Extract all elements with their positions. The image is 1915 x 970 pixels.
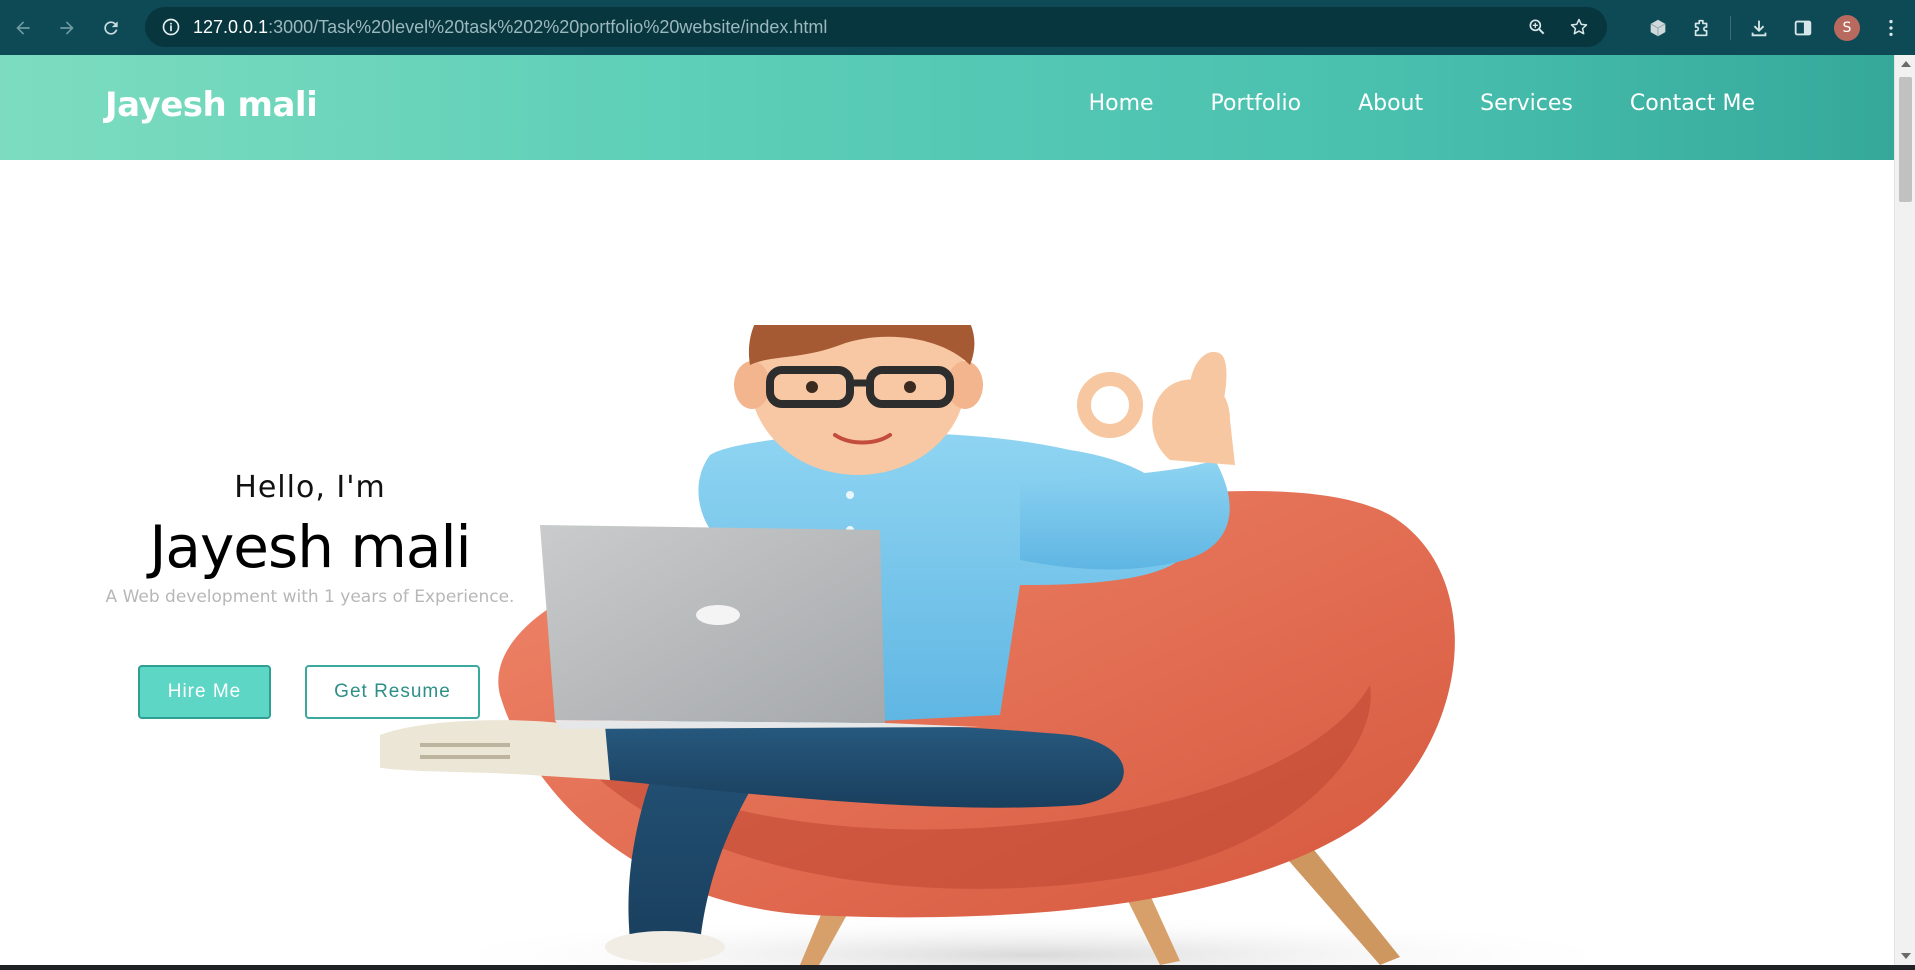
avatar: S: [1834, 14, 1860, 41]
url-text[interactable]: 127.0.0.1:3000/Task%20level%20task%202%2…: [193, 17, 827, 38]
site-logo[interactable]: Jayesh mali: [105, 85, 318, 125]
nav-home[interactable]: Home: [1089, 91, 1154, 116]
hero-illustration: [380, 325, 1630, 965]
back-icon[interactable]: [1, 6, 45, 50]
side-panel-icon[interactable]: [1781, 6, 1825, 50]
scroll-thumb[interactable]: [1899, 77, 1912, 202]
site-header: Jayesh mali Home Portfolio About Service…: [0, 55, 1894, 160]
hero-name: Jayesh mali: [149, 513, 471, 581]
main-nav: Home Portfolio About Services Contact Me: [1089, 91, 1755, 116]
nav-about[interactable]: About: [1358, 91, 1423, 116]
zoom-icon[interactable]: [1519, 9, 1555, 45]
profile-avatar[interactable]: S: [1825, 6, 1869, 50]
site-info-icon[interactable]: [151, 7, 191, 47]
forward-icon[interactable]: [45, 6, 89, 50]
url-host: 127.0.0.1: [193, 16, 269, 37]
reload-icon[interactable]: [89, 6, 133, 50]
extension-cube-icon[interactable]: [1636, 6, 1680, 50]
nav-services[interactable]: Services: [1480, 91, 1573, 116]
address-bar[interactable]: 127.0.0.1:3000/Task%20level%20task%202%2…: [145, 7, 1607, 47]
download-icon[interactable]: [1737, 6, 1781, 50]
scroll-down-arrow-icon[interactable]: [1901, 953, 1911, 959]
bookmark-star-icon[interactable]: [1561, 9, 1597, 45]
hire-me-button[interactable]: Hire Me: [138, 665, 271, 719]
nav-contact[interactable]: Contact Me: [1630, 91, 1755, 116]
page-scrollbar[interactable]: [1894, 55, 1915, 965]
hero-greeting: Hello, I'm: [234, 470, 386, 505]
hero-tagline: A Web development with 1 years of Experi…: [105, 587, 515, 607]
hero-text: Hello, I'm Jayesh mali A Web development…: [100, 470, 520, 607]
scroll-up-arrow-icon[interactable]: [1901, 61, 1911, 67]
page-viewport: Jayesh mali Home Portfolio About Service…: [0, 55, 1894, 965]
toolbar-separator: [1730, 15, 1731, 40]
nav-portfolio[interactable]: Portfolio: [1211, 91, 1302, 116]
extensions-puzzle-icon[interactable]: [1680, 6, 1724, 50]
url-path: :3000/Task%20level%20task%202%20portfoli…: [268, 16, 828, 37]
menu-dots-icon[interactable]: [1869, 6, 1913, 50]
browser-toolbar: 127.0.0.1:3000/Task%20level%20task%202%2…: [0, 0, 1915, 55]
bottom-edge: [0, 965, 1915, 970]
get-resume-button[interactable]: Get Resume: [305, 665, 480, 719]
hero-buttons: Hire Me Get Resume: [138, 665, 480, 719]
